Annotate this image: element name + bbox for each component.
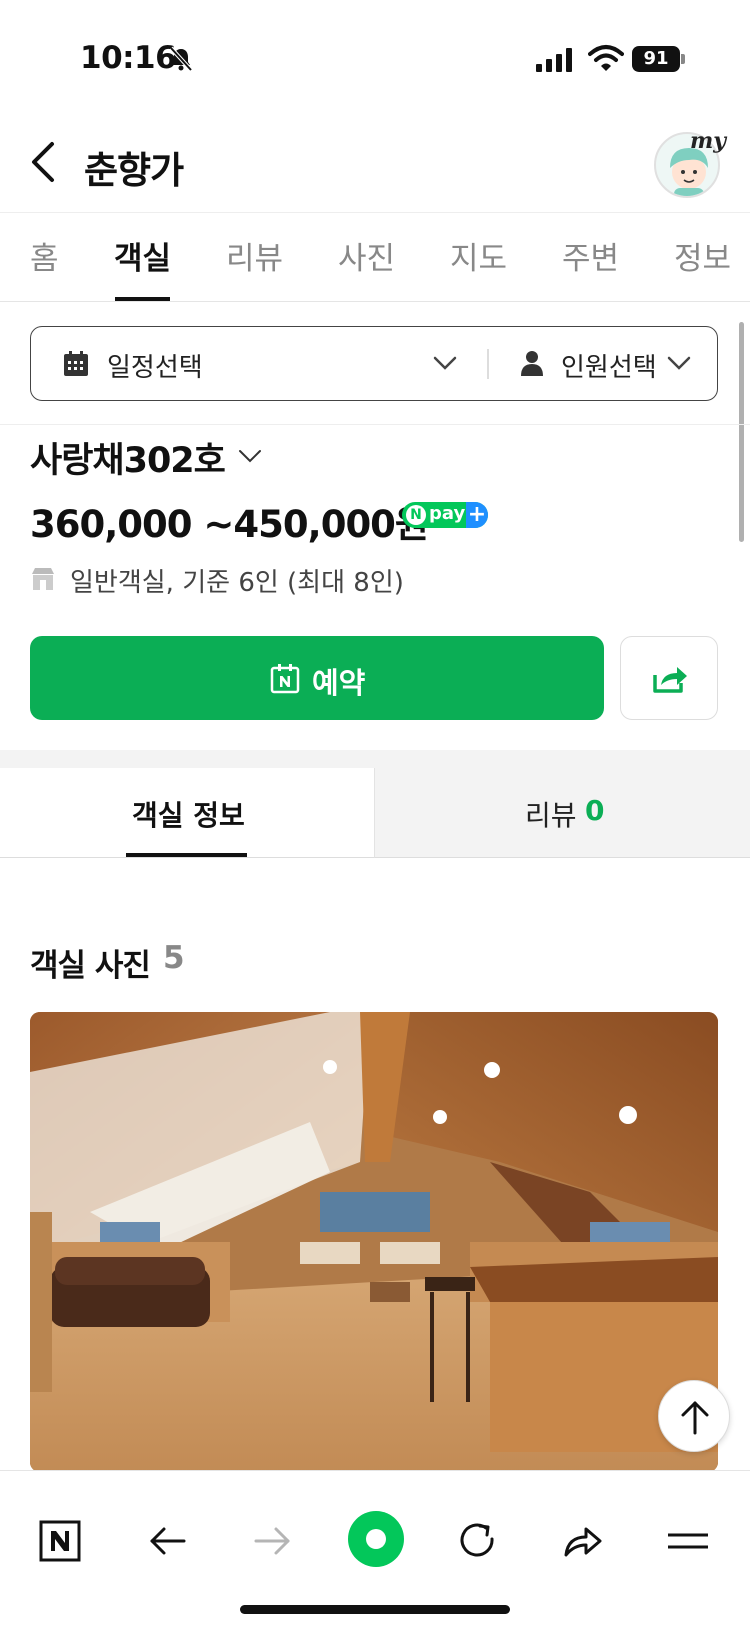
menu-icon[interactable] xyxy=(666,1519,710,1563)
subtab-room-info[interactable]: 객실 정보 xyxy=(0,768,374,858)
back-arrow-icon[interactable] xyxy=(26,138,62,186)
section-gap xyxy=(0,750,750,768)
npay-text: pay xyxy=(429,503,466,524)
selector-divider xyxy=(487,349,489,379)
status-bar: 10:16 91 xyxy=(0,0,750,110)
npay-n-icon: N xyxy=(406,505,426,525)
tab-home[interactable]: 홈 xyxy=(30,233,59,278)
share-button[interactable] xyxy=(620,636,718,720)
tab-bar: 홈 객실 리뷰 사진 지도 주변 정보 xyxy=(0,212,750,302)
green-dot-icon[interactable] xyxy=(346,1509,406,1569)
reserve-button[interactable]: 예약 xyxy=(30,636,604,720)
page-title: 춘향가 xyxy=(84,149,184,192)
naver-calendar-icon xyxy=(270,664,300,694)
room-capacity: 일반객실, 기준 6인 (최대 8인) xyxy=(70,568,404,598)
chevron-down-icon[interactable] xyxy=(667,355,691,371)
tab-rooms[interactable]: 객실 xyxy=(114,233,171,278)
subtab-room-info-label: 객실 정보 xyxy=(132,799,245,832)
reserve-label: 예약 xyxy=(312,666,366,700)
tab-nearby[interactable]: 주변 xyxy=(562,233,619,278)
schedule-people-selector: 일정선택 인원선택 xyxy=(30,326,718,401)
browser-toolbar xyxy=(0,1470,750,1630)
calendar-icon xyxy=(64,351,88,376)
subtab-reviews-label: 리뷰 xyxy=(525,799,577,832)
naver-n-icon[interactable] xyxy=(38,1519,82,1563)
home-indicator xyxy=(240,1605,510,1614)
subtab-active-indicator xyxy=(126,853,247,857)
tab-active-indicator xyxy=(115,297,170,301)
signal-icon xyxy=(536,48,572,72)
scrollbar[interactable] xyxy=(739,322,744,542)
status-time: 10:16 xyxy=(80,40,177,76)
arrow-up-icon xyxy=(681,1401,709,1435)
bell-slash-icon xyxy=(169,46,193,72)
photos-count: 5 xyxy=(163,940,185,976)
tab-reviews[interactable]: 리뷰 xyxy=(226,233,283,278)
npay-plus-badge: N pay + xyxy=(402,502,488,528)
date-select[interactable]: 일정선택 xyxy=(107,347,203,384)
room-photo-image xyxy=(30,1012,718,1472)
refresh-icon[interactable] xyxy=(456,1519,500,1563)
room-name[interactable]: 사랑채302호 xyxy=(30,432,226,483)
tab-map[interactable]: 지도 xyxy=(450,233,507,278)
chevron-down-icon[interactable] xyxy=(238,448,262,464)
share-arrow-icon[interactable] xyxy=(560,1519,604,1563)
my-label: my xyxy=(690,128,727,154)
chevron-down-icon[interactable] xyxy=(433,355,457,371)
tab-info[interactable]: 정보 xyxy=(674,233,731,278)
battery-tip xyxy=(681,54,685,64)
tab-photos[interactable]: 사진 xyxy=(338,233,395,278)
npay-plus-icon: + xyxy=(466,502,488,528)
scroll-to-top-button[interactable] xyxy=(658,1380,730,1452)
room-photo[interactable] xyxy=(30,1012,718,1472)
room-price: 360,000 ~450,000원 xyxy=(30,503,429,546)
subtab-reviews[interactable]: 리뷰 0 xyxy=(374,768,750,858)
wifi-icon xyxy=(588,45,624,71)
person-icon xyxy=(521,351,543,376)
room-icon xyxy=(32,568,54,590)
subtab-reviews-count: 0 xyxy=(585,794,605,827)
share-icon xyxy=(653,667,687,693)
arrow-right-icon xyxy=(254,1527,290,1555)
divider xyxy=(0,424,750,425)
header: 춘향가 xyxy=(0,120,750,212)
people-select[interactable]: 인원선택 xyxy=(561,347,657,384)
arrow-left-icon[interactable] xyxy=(146,1519,190,1563)
battery-icon: 91 xyxy=(632,46,680,72)
photos-title: 객실 사진 xyxy=(30,948,151,984)
